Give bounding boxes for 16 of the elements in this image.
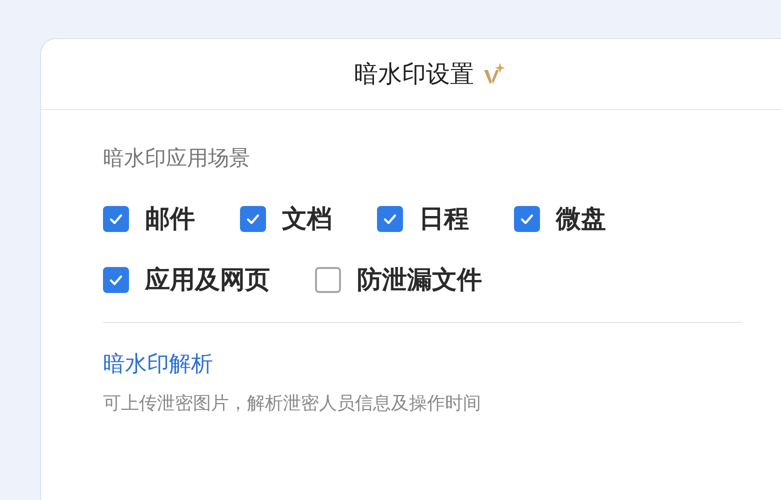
scene-checkbox[interactable]: 邮件 xyxy=(103,202,195,235)
sparkle-icon xyxy=(482,62,506,86)
dialog-title: 暗水印设置 xyxy=(354,59,474,90)
check-icon xyxy=(109,212,123,226)
scene-checkbox[interactable]: 应用及网页 xyxy=(103,263,270,296)
scene-checkbox[interactable]: 防泄漏文件 xyxy=(315,263,482,296)
analysis-description: 可上传泄密图片，解析泄密人员信息及操作时间 xyxy=(103,392,482,415)
check-icon xyxy=(383,212,397,226)
scene-checkbox[interactable]: 日程 xyxy=(377,202,469,235)
check-icon xyxy=(246,212,260,226)
scene-checkbox[interactable]: 微盘 xyxy=(514,202,606,235)
check-icon xyxy=(109,272,123,286)
analysis-link[interactable]: 暗水印解析 xyxy=(103,349,213,379)
check-icon xyxy=(520,212,534,226)
scene-checkbox[interactable]: 文档 xyxy=(240,202,332,235)
section-title: 暗水印应用场景 xyxy=(103,145,251,172)
